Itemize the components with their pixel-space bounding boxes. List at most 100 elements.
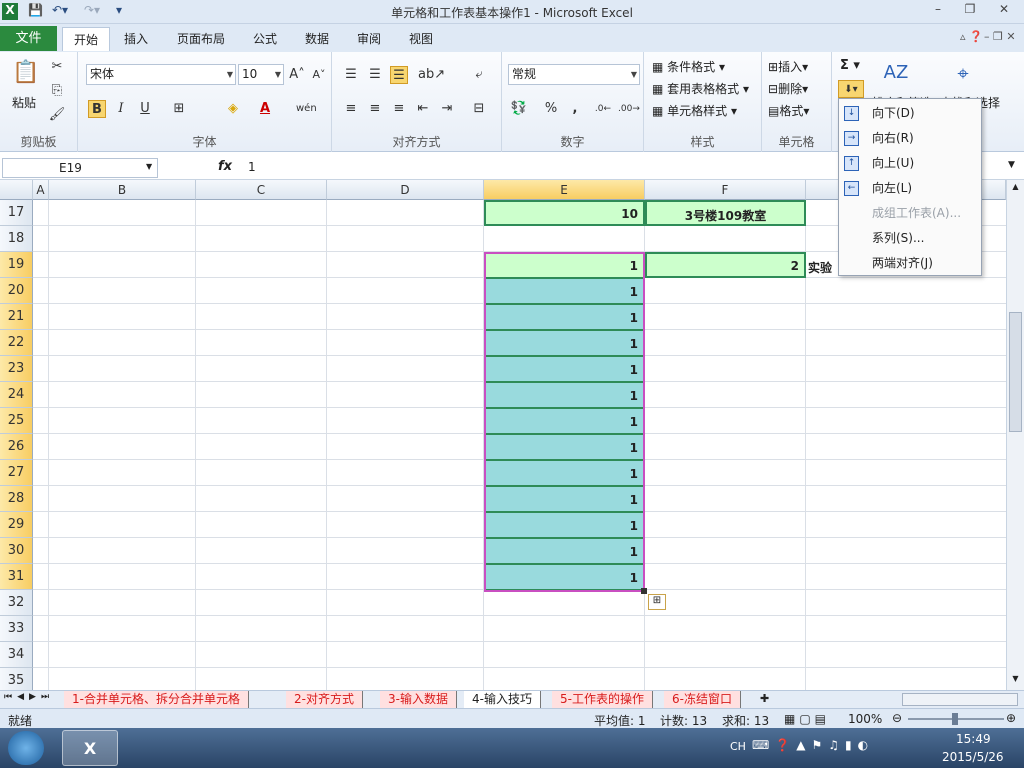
column-header-a[interactable]: A [33,180,49,200]
expand-formula-icon[interactable]: ▼ [1008,160,1015,170]
column-header-f[interactable]: F [645,180,806,200]
row-header[interactable]: 18 [0,226,33,252]
border-icon[interactable]: ⊞ [170,100,188,118]
find-binoculars-icon[interactable]: ⌖ [948,58,978,88]
sheet-tab-1[interactable]: 1-合并单元格、拆分合并单元格 [64,691,249,708]
align-left-icon[interactable]: ≡ [342,100,360,118]
fill-color-icon[interactable]: ◈ [224,100,242,118]
name-box[interactable]: E19 [2,158,158,178]
zoom-slider-thumb[interactable] [952,713,958,725]
sheet-tab-2[interactable]: 2-对齐方式 [286,691,363,708]
sheet-tab-5[interactable]: 5-工作表的操作 [552,691,653,708]
row-header[interactable]: 26 [0,434,33,460]
tab-view[interactable]: 视图 [400,27,442,51]
decrease-indent-icon[interactable]: ⇤ [414,100,432,118]
font-size-combo[interactable]: 10 ▼ [238,64,284,85]
vertical-scrollbar[interactable]: ▲ ▼ [1006,180,1024,690]
row-header[interactable]: 23 [0,356,33,382]
excel-taskbar-icon[interactable]: X [62,730,118,766]
align-bottom-icon[interactable]: ☰ [390,66,408,84]
row-header[interactable]: 25 [0,408,33,434]
number-format-combo[interactable]: 常规 ▼ [508,64,640,85]
row-header[interactable]: 19 [0,252,33,278]
tab-data[interactable]: 数据 [296,27,338,51]
autosum-button[interactable]: Σ ▾ [840,58,860,73]
row-header[interactable]: 21 [0,304,33,330]
align-middle-icon[interactable]: ☰ [366,66,384,84]
fill-handle[interactable] [641,588,647,594]
auto-fill-options-icon[interactable]: ⊞ [648,594,666,610]
row-header[interactable]: 32 [0,590,33,616]
doc-window-controls[interactable]: – ❐ ✕ [984,30,1016,43]
scroll-down-icon[interactable]: ▼ [1009,674,1022,686]
accounting-format-icon[interactable]: 💱 [510,100,528,118]
cell-f17[interactable]: 3号楼109教室 [645,200,806,226]
increase-indent-icon[interactable]: ⇥ [438,100,456,118]
tab-review[interactable]: 审阅 [348,27,390,51]
row-header[interactable]: 35 [0,668,33,690]
row-header[interactable]: 31 [0,564,33,590]
row-header[interactable]: 33 [0,616,33,642]
decrease-decimal-icon[interactable]: .00→ [618,100,640,118]
tab-file[interactable]: 文件 [0,26,57,51]
align-right-icon[interactable]: ≡ [390,100,408,118]
conditional-format-button[interactable]: ▦ 条件格式 ▾ [652,58,725,75]
cut-icon[interactable]: ✂ [48,58,66,76]
selection-range[interactable] [484,252,645,592]
cell-g19-value[interactable]: 实验 [808,259,835,276]
copy-icon[interactable]: ⎘ [48,82,66,100]
insert-function-icon[interactable]: fx [218,159,232,174]
chevron-down-icon[interactable]: ▼ [146,162,152,171]
column-header-b[interactable]: B [49,180,196,200]
insert-sheet-icon[interactable]: ✚ [760,692,769,705]
tab-formulas[interactable]: 公式 [244,27,286,51]
row-header[interactable]: 22 [0,330,33,356]
row-header[interactable]: 34 [0,642,33,668]
zoom-level[interactable]: 100% [848,712,882,726]
fill-down-item[interactable]: ↓ 向下(D) [839,101,981,126]
help-icon[interactable]: ▵ ❓ [960,30,983,43]
scroll-thumb[interactable] [1009,312,1022,432]
italic-button[interactable]: I [112,100,130,118]
scroll-up-icon[interactable]: ▲ [1009,182,1022,194]
fill-up-item[interactable]: ↑ 向上(U) [839,151,981,176]
font-color-icon[interactable]: A [256,100,274,118]
column-header-c[interactable]: C [196,180,327,200]
start-button-icon[interactable] [8,731,44,765]
cell-f19[interactable]: 2 [645,252,806,278]
row-header[interactable]: 30 [0,538,33,564]
format-as-table-button[interactable]: ▦ 套用表格格式 ▾ [652,80,749,97]
formula-input[interactable]: 1 [248,160,256,174]
cell-e17[interactable]: 10 [484,200,645,226]
row-header[interactable]: 20 [0,278,33,304]
format-painter-icon[interactable]: 🖌 [48,106,66,124]
column-header-d[interactable]: D [327,180,484,200]
paste-icon[interactable]: 📋 [12,58,40,88]
restore-button[interactable]: ❐ [956,2,984,20]
fill-right-item[interactable]: → 向右(R) [839,126,981,151]
fill-series-item[interactable]: 系列(S)... [839,226,981,251]
fill-left-item[interactable]: ← 向左(L) [839,176,981,201]
align-center-icon[interactable]: ≡ [366,100,384,118]
tab-page-layout[interactable]: 页面布局 [168,27,234,51]
row-header[interactable]: 28 [0,486,33,512]
wrap-text-icon[interactable]: ⤶ [470,66,488,84]
insert-cells-button[interactable]: ⊞插入▾ [768,58,808,75]
fill-justify-item[interactable]: 两端对齐(J) [839,251,981,276]
fill-button[interactable]: ⬇▾ [838,80,864,98]
tab-home[interactable]: 开始 [62,27,110,51]
format-cells-button[interactable]: ▤格式▾ [768,102,809,119]
close-button[interactable]: ✕ [990,2,1018,20]
minimize-button[interactable]: – [924,2,952,20]
shrink-font-icon[interactable]: A˅ [310,66,328,84]
align-top-icon[interactable]: ☰ [342,66,360,84]
tab-insert[interactable]: 插入 [114,27,158,51]
tray-icons[interactable]: ⌨❓▲⚑♫▮◐ [752,738,874,752]
row-header[interactable]: 17 [0,200,33,226]
font-name-combo[interactable]: 宋体 ▼ [86,64,236,85]
view-mode-icons[interactable]: ▦▢▤ [784,712,830,726]
sheet-tab-3[interactable]: 3-输入数据 [380,691,457,708]
underline-button[interactable]: U [136,100,154,118]
merge-center-icon[interactable]: ⊟ [470,100,488,118]
bold-button[interactable]: B [88,100,106,118]
